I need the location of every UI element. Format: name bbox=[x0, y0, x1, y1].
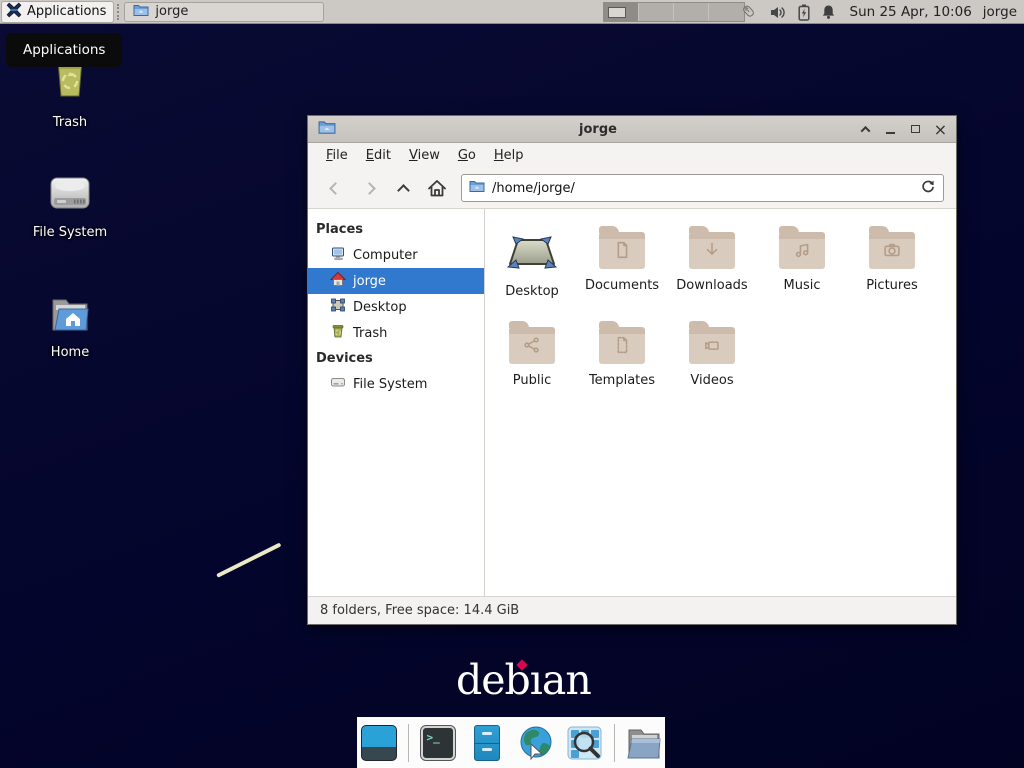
file-item-documents[interactable]: Documents bbox=[577, 223, 667, 318]
workspace-2[interactable] bbox=[639, 3, 674, 21]
documents-folder-icon bbox=[599, 232, 645, 269]
menu-help[interactable]: Help bbox=[485, 144, 533, 167]
drive-icon bbox=[46, 172, 94, 220]
dock-panel: >_ bbox=[357, 717, 665, 768]
trash-icon bbox=[330, 323, 346, 343]
taskbar-window-label: jorge bbox=[155, 4, 188, 19]
menu-bar: File Edit View Go Help bbox=[308, 143, 956, 168]
panel-clock[interactable]: Sun 25 Apr, 10:06 bbox=[850, 4, 972, 20]
sidebar-item-jorge[interactable]: jorge bbox=[308, 268, 484, 294]
home-button[interactable] bbox=[422, 174, 452, 202]
menu-view[interactable]: View bbox=[400, 144, 449, 167]
folder-icon bbox=[133, 3, 149, 21]
drive-icon bbox=[330, 374, 346, 394]
debian-wordmark: debıan bbox=[456, 660, 591, 701]
desktop-icon-home[interactable]: Home bbox=[15, 292, 125, 360]
desktop-icon-label: Trash bbox=[53, 115, 87, 130]
location-path[interactable]: /home/jorge/ bbox=[492, 181, 913, 196]
desktop-icon-file-system[interactable]: File System bbox=[15, 172, 125, 240]
applications-menu-button[interactable]: Applications bbox=[1, 1, 114, 23]
home-folder-icon bbox=[46, 292, 94, 340]
back-button[interactable] bbox=[320, 174, 350, 202]
file-item-downloads[interactable]: Downloads bbox=[667, 223, 757, 318]
up-button[interactable] bbox=[388, 174, 418, 202]
music-folder-icon bbox=[779, 232, 825, 269]
menu-go[interactable]: Go bbox=[449, 144, 485, 167]
close-button[interactable]: × bbox=[935, 124, 946, 135]
sidebar-item-trash[interactable]: Trash bbox=[308, 320, 484, 346]
file-item-pictures[interactable]: Pictures bbox=[847, 223, 937, 318]
folder-icon bbox=[469, 179, 485, 197]
maximize-button[interactable] bbox=[910, 124, 921, 135]
desktop-screen: Applications jorge bbox=[0, 0, 1024, 768]
file-cabinet-icon[interactable] bbox=[467, 723, 507, 763]
file-item-videos[interactable]: Videos bbox=[667, 318, 757, 413]
dock-separator bbox=[408, 724, 409, 762]
terminal-icon[interactable]: >_ bbox=[418, 723, 458, 763]
sidebar-item-file-system[interactable]: File System bbox=[308, 371, 484, 397]
applications-tooltip: Applications bbox=[6, 33, 122, 67]
sidebar-header-places: Places bbox=[308, 217, 484, 242]
menu-edit[interactable]: Edit bbox=[357, 144, 400, 167]
window-titlebar[interactable]: jorge × bbox=[308, 116, 956, 143]
window-folder-icon bbox=[318, 119, 336, 139]
taskbar-window-button[interactable]: jorge bbox=[124, 2, 324, 22]
desktop-icon bbox=[330, 297, 346, 317]
file-item-templates[interactable]: Templates bbox=[577, 318, 667, 413]
user-home-icon bbox=[330, 271, 346, 291]
applications-menu-label: Applications bbox=[27, 4, 106, 19]
desktop-icon-label: Home bbox=[51, 345, 89, 360]
reload-icon[interactable] bbox=[920, 178, 936, 198]
workspace-1[interactable] bbox=[604, 3, 639, 21]
panel-username[interactable]: jorge bbox=[983, 4, 1017, 20]
window-controls: × bbox=[860, 124, 946, 135]
file-manager-window: jorge × File Edit View Go Help bbox=[307, 115, 957, 625]
desktop-special-icon bbox=[506, 233, 558, 275]
web-browser-icon[interactable] bbox=[516, 723, 556, 763]
file-item-music[interactable]: Music bbox=[757, 223, 847, 318]
panel-handle[interactable] bbox=[117, 4, 122, 20]
videos-folder-icon bbox=[689, 327, 735, 364]
downloads-folder-icon bbox=[689, 232, 735, 269]
menu-file[interactable]: File bbox=[317, 144, 357, 167]
sidebar: Places Computer jorge bbox=[308, 209, 485, 596]
public-folder-icon bbox=[509, 327, 555, 364]
file-item-desktop[interactable]: Desktop bbox=[487, 223, 577, 318]
toolbar: /home/jorge/ bbox=[308, 168, 956, 209]
applications-menu-icon bbox=[6, 2, 22, 22]
show-desktop-icon[interactable] bbox=[359, 723, 399, 763]
volume-icon[interactable] bbox=[770, 5, 787, 20]
workspace-window-preview bbox=[608, 7, 626, 18]
workspace-3[interactable] bbox=[674, 3, 709, 21]
file-list-area[interactable]: Desktop Documents Downloads bbox=[485, 209, 956, 596]
mouse-icon[interactable] bbox=[740, 3, 759, 21]
pictures-folder-icon bbox=[869, 232, 915, 269]
location-bar[interactable]: /home/jorge/ bbox=[461, 174, 944, 202]
sidebar-item-computer[interactable]: Computer bbox=[308, 242, 484, 268]
sidebar-item-desktop[interactable]: Desktop bbox=[308, 294, 484, 320]
battery-charging-icon[interactable] bbox=[798, 4, 810, 21]
top-panel: Applications jorge bbox=[0, 0, 1024, 24]
file-item-public[interactable]: Public bbox=[487, 318, 577, 413]
window-body: Places Computer jorge bbox=[308, 209, 956, 596]
status-bar: 8 folders, Free space: 14.4 GiB bbox=[308, 596, 956, 624]
notifications-bell-icon[interactable] bbox=[821, 4, 836, 20]
system-tray: Sun 25 Apr, 10:06 jorge bbox=[740, 0, 1024, 24]
shade-button[interactable] bbox=[860, 124, 871, 135]
sidebar-header-devices: Devices bbox=[308, 346, 484, 371]
workspace-switcher[interactable] bbox=[603, 2, 745, 22]
templates-folder-icon bbox=[599, 327, 645, 364]
application-finder-icon[interactable] bbox=[565, 723, 605, 763]
window-title: jorge bbox=[336, 122, 860, 137]
forward-button[interactable] bbox=[354, 174, 384, 202]
desktop-icon-label: File System bbox=[33, 225, 107, 240]
stray-artifact-line bbox=[216, 543, 281, 578]
dock-separator bbox=[614, 724, 615, 762]
computer-icon bbox=[330, 245, 346, 265]
file-manager-icon[interactable] bbox=[624, 723, 664, 763]
minimize-button[interactable] bbox=[885, 124, 896, 135]
status-text: 8 folders, Free space: 14.4 GiB bbox=[320, 603, 519, 618]
